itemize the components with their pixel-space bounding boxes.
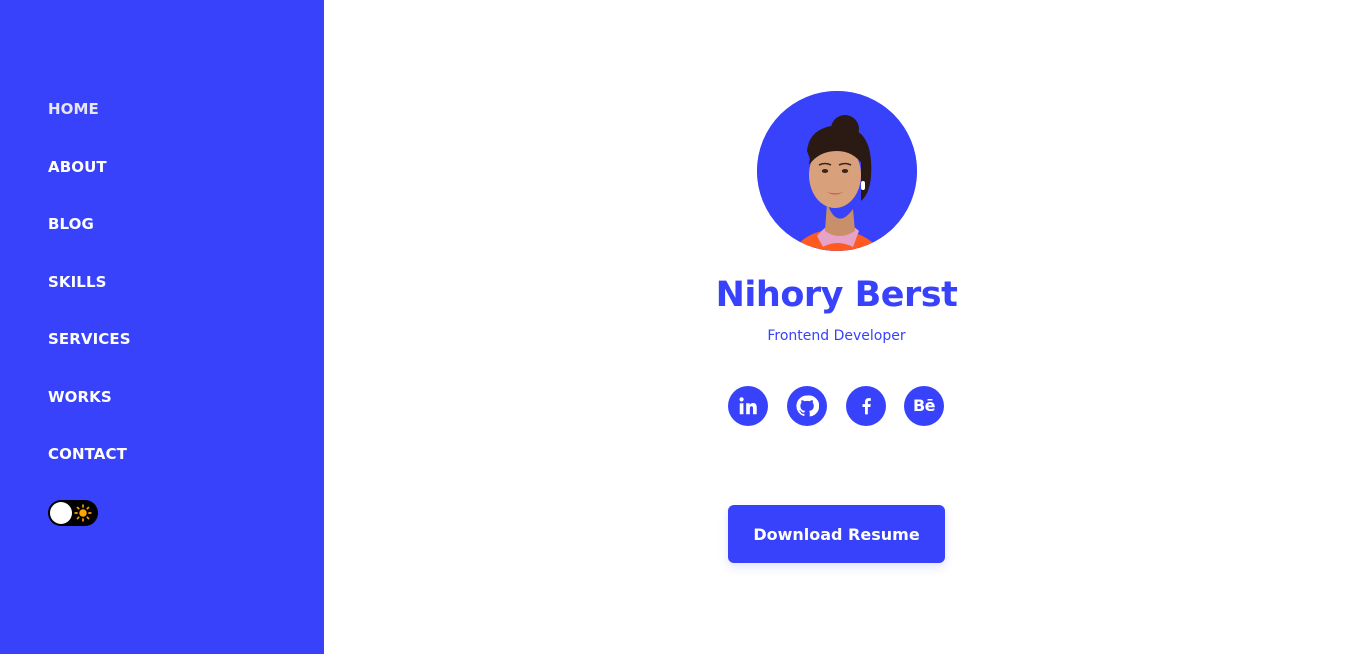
avatar [757, 91, 917, 251]
github-link[interactable] [787, 386, 827, 426]
nav-link-skills[interactable]: SKILLS [48, 269, 107, 295]
nav-item-contact: CONTACT [48, 441, 131, 499]
theme-toggle[interactable] [48, 500, 98, 526]
profile-role: Frontend Developer [767, 328, 906, 344]
toggle-knob [50, 502, 72, 524]
nav-item-services: SERVICES [48, 326, 131, 384]
nav-item-works: WORKS [48, 384, 131, 442]
nav-link-works[interactable]: WORKS [48, 384, 112, 410]
nav-item-home: HOME [48, 96, 131, 154]
sidebar: HOME ABOUT BLOG SKILLS SERVICES WORKS CO… [0, 0, 324, 654]
sidebar-nav: HOME ABOUT BLOG SKILLS SERVICES WORKS CO… [48, 96, 131, 499]
nav-item-blog: BLOG [48, 211, 131, 269]
github-icon [796, 395, 819, 417]
download-resume-button[interactable]: Download Resume [728, 505, 945, 563]
linkedin-icon [739, 397, 757, 415]
nav-link-contact[interactable]: CONTACT [48, 441, 127, 467]
nav-item-about: ABOUT [48, 154, 131, 212]
social-links: Bē [728, 386, 946, 426]
page: HOME ABOUT BLOG SKILLS SERVICES WORKS CO… [0, 0, 1349, 654]
nav-link-services[interactable]: SERVICES [48, 326, 131, 352]
main-content: Nihory Berst Frontend Developer Bē Downl… [324, 0, 1349, 654]
sun-icon [74, 504, 92, 522]
nav-link-about[interactable]: ABOUT [48, 154, 107, 180]
facebook-link[interactable] [846, 386, 886, 426]
behance-icon: Bē [912, 396, 936, 415]
linkedin-link[interactable] [728, 386, 768, 426]
nav-link-blog[interactable]: BLOG [48, 211, 94, 237]
nav-item-skills: SKILLS [48, 269, 131, 327]
avatar-photo [757, 91, 917, 251]
facebook-icon [862, 398, 871, 415]
profile-name: Nihory Berst [715, 275, 958, 315]
nav-link-home[interactable]: HOME [48, 96, 99, 122]
behance-link[interactable]: Bē [904, 386, 944, 426]
